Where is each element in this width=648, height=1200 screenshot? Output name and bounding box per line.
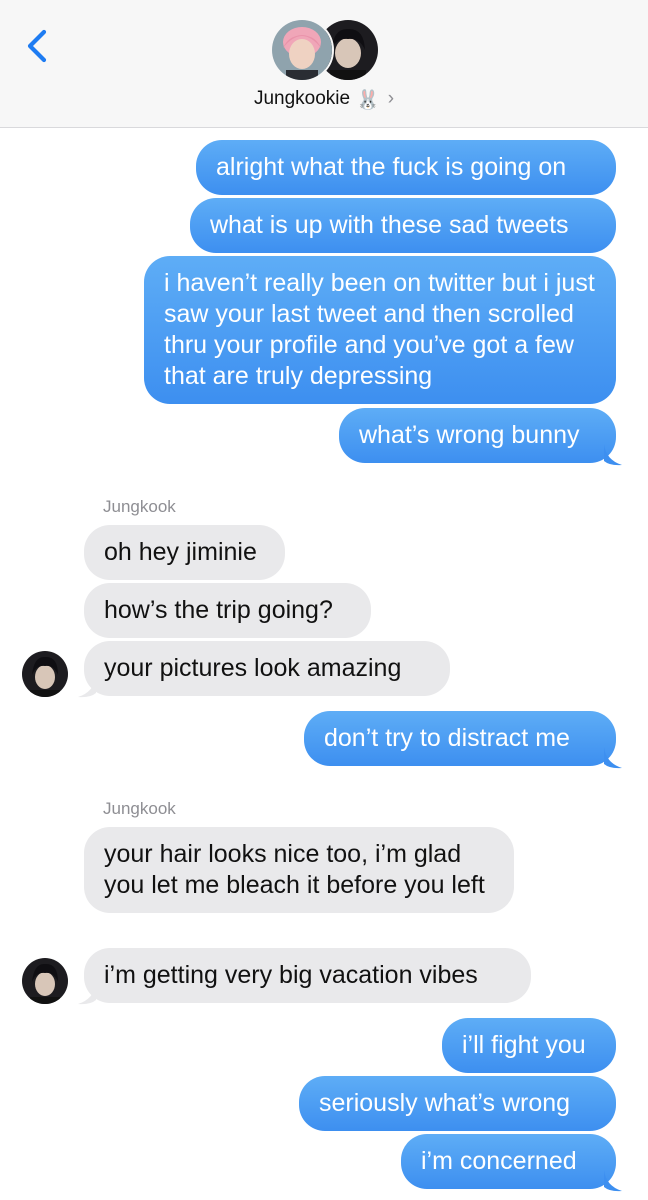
- contact-name: Jungkookie: [253, 88, 351, 109]
- bubble-tail: [78, 983, 96, 1005]
- back-button[interactable]: [20, 26, 56, 66]
- group-avatars[interactable]: [270, 18, 380, 84]
- conversation-header: Jungkookie 🐰 ›: [0, 0, 648, 128]
- bubble-tail: [604, 747, 622, 769]
- outgoing-message[interactable]: what is up with these sad tweets: [190, 198, 616, 253]
- bubble-tail: [78, 676, 96, 698]
- contact-name-row[interactable]: Jungkookie 🐰 ›: [0, 88, 648, 112]
- bubble-tail: [604, 1170, 622, 1192]
- incoming-message[interactable]: your pictures look amazing: [84, 641, 450, 696]
- rabbit-emoji-icon: 🐰: [356, 90, 380, 111]
- incoming-message[interactable]: your hair looks nice too, i’m glad you l…: [84, 827, 514, 913]
- outgoing-message[interactable]: i’m concerned: [401, 1134, 616, 1189]
- chevron-left-icon: [27, 29, 47, 63]
- chevron-right-icon: ›: [387, 88, 395, 109]
- sender-name: Jungkook: [103, 799, 176, 818]
- incoming-message[interactable]: how’s the trip going?: [84, 583, 371, 638]
- outgoing-message[interactable]: alright what the fuck is going on: [196, 140, 616, 195]
- outgoing-message[interactable]: i’ll fight you: [442, 1018, 616, 1073]
- incoming-message[interactable]: oh hey jiminie: [84, 525, 285, 580]
- bubble-tail: [604, 444, 622, 466]
- outgoing-message[interactable]: i haven’t really been on twitter but i j…: [144, 256, 616, 404]
- outgoing-message[interactable]: what’s wrong bunny: [339, 408, 616, 463]
- sender-name: Jungkook: [103, 497, 176, 516]
- incoming-message[interactable]: i’m getting very big vacation vibes: [84, 948, 531, 1003]
- contact-avatar-1: [270, 18, 334, 82]
- outgoing-message[interactable]: seriously what’s wrong: [299, 1076, 616, 1131]
- outgoing-message[interactable]: don’t try to distract me: [304, 711, 616, 766]
- contact-avatar[interactable]: [22, 651, 68, 697]
- contact-avatar[interactable]: [22, 958, 68, 1004]
